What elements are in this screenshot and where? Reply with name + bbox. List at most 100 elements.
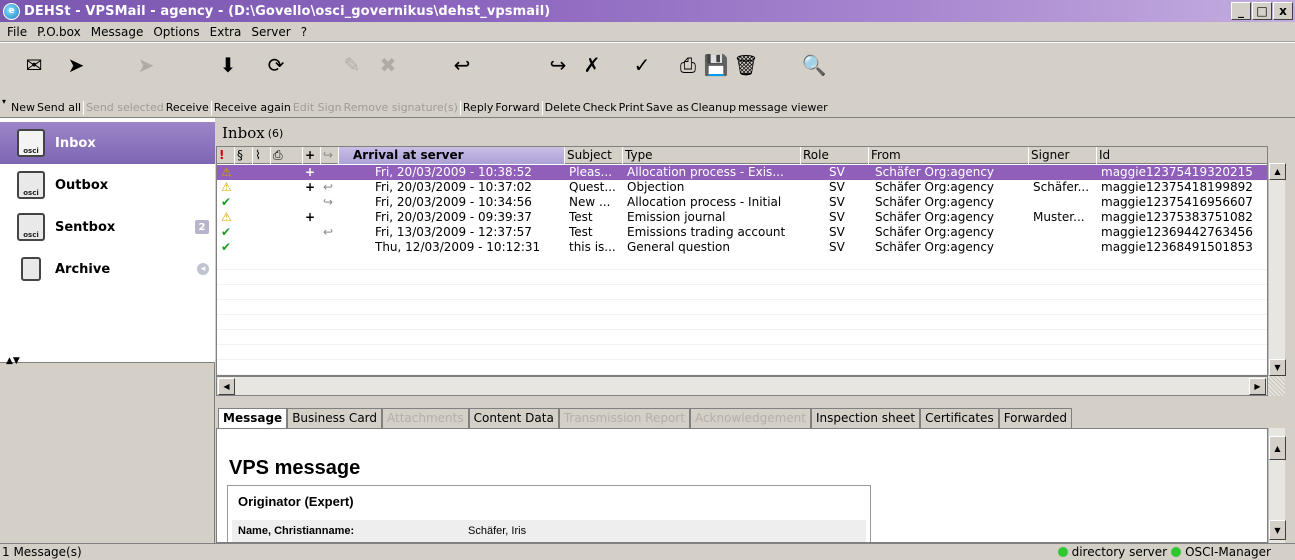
menu-help[interactable]: ? [296, 25, 312, 39]
receive-icon[interactable]: ⬇ [214, 51, 242, 79]
tab-certificates[interactable]: Certificates [920, 408, 999, 428]
column-subject[interactable]: Subject [565, 147, 623, 164]
column-arrival[interactable]: Arrival at server [339, 147, 565, 164]
column-priority-icon[interactable]: ! [217, 147, 235, 164]
toolbar-label-receive[interactable]: Receive [165, 101, 210, 115]
table-row[interactable]: ✔ ↪ Fri, 20/03/2009 - 10:34:56 New ... Alloc… [217, 195, 1267, 210]
tab-message[interactable]: Message [218, 408, 288, 428]
print-icon[interactable]: ⎙ [674, 51, 702, 79]
toolbar-label-send-all[interactable]: Send all [36, 101, 82, 115]
table-row[interactable]: ✔ ↩ Fri, 13/03/2009 - 12:37:57 Test Emission… [217, 225, 1267, 240]
vps-message-heading: VPS message [229, 457, 361, 479]
cell-arrival: Fri, 20/03/2009 - 10:38:52 [375, 165, 532, 179]
toolbar-label-print[interactable]: Print [618, 101, 645, 115]
window-title: DEHSt - VPSMail - agency - (D:\Govello\o… [24, 3, 551, 19]
nav-label-sentbox: Sentbox [55, 219, 116, 235]
cell-id: maggie12375418199892 [1101, 180, 1253, 194]
viewer-scroll-down-icon[interactable]: ▼ [1269, 520, 1286, 540]
column-signer[interactable]: Signer [1029, 147, 1097, 164]
pane-splitter[interactable] [216, 398, 1295, 406]
send-all-icon[interactable]: ➤ [62, 51, 90, 79]
cleanup-icon[interactable]: 🗑 [732, 51, 760, 79]
cell-signer: Schäfer... [1033, 180, 1090, 194]
osci-manager-label: OSCI-Manager [1185, 545, 1271, 559]
nav-label-inbox: Inbox [55, 135, 96, 151]
toolbar-label-message-viewer[interactable]: message viewer [737, 101, 829, 115]
minimize-button[interactable]: _ [1231, 2, 1251, 20]
toolbar-label-delete[interactable]: Delete [544, 101, 582, 115]
column-forward-icon[interactable]: ↪ [321, 147, 339, 164]
forward-icon[interactable]: ↪ [544, 51, 572, 79]
app-icon[interactable]: e [3, 2, 20, 20]
column-attachment-icon[interactable]: ⌇ [253, 147, 271, 164]
toolbar-grip-icon[interactable]: ▾ [2, 97, 6, 106]
archive-icon [21, 257, 41, 281]
viewer-vertical-scrollbar[interactable]: ▲ ▼ [1268, 428, 1286, 543]
reply-icon[interactable]: ↩ [448, 51, 476, 79]
archive-arrow-icon[interactable]: ◂ [197, 263, 209, 275]
folder-list: osci Inbox osci Outbox osci Sentbox 2 Ar… [0, 118, 215, 366]
column-plus[interactable]: + [303, 147, 321, 164]
nav-item-sentbox[interactable]: osci Sentbox 2 [0, 206, 215, 248]
table-row[interactable]: ⚠ + ↩ Fri, 20/03/2009 - 10:37:02 Quest... Obj… [217, 180, 1267, 195]
menu-file[interactable]: File [2, 25, 32, 39]
outbox-icon: osci [17, 171, 45, 199]
nav-item-outbox[interactable]: osci Outbox [0, 164, 215, 206]
tab-business-card[interactable]: Business Card [287, 408, 383, 428]
scroll-up-icon[interactable]: ▲ [1269, 163, 1286, 180]
inbox-count: (6) [267, 126, 284, 140]
viewer-scroll-up-icon[interactable]: ▲ [1269, 436, 1286, 460]
menu-extra[interactable]: Extra [205, 25, 247, 39]
scroll-right-icon[interactable]: ▶ [1249, 378, 1266, 395]
toolbar-label-cleanup[interactable]: Cleanup [690, 101, 737, 115]
toolbar-label-send-selected: Send selected [86, 101, 164, 114]
nav-collapse-icon[interactable]: ▲▼ [6, 356, 20, 366]
column-id[interactable]: Id [1097, 147, 1267, 164]
toolbar-label-forward[interactable]: Forward [494, 101, 540, 115]
delete-icon[interactable]: ✗ [578, 51, 606, 79]
cell-arrival: Thu, 12/03/2009 - 10:12:31 [375, 240, 541, 254]
menu-options[interactable]: Options [148, 25, 204, 39]
scroll-left-icon[interactable]: ◀ [218, 378, 235, 395]
tab-acknowledgement: Acknowledgement [689, 408, 811, 428]
cell-subject: Test [569, 225, 593, 239]
table-vertical-scrollbar[interactable]: ▲ ▼ [1268, 163, 1286, 376]
table-horizontal-scrollbar[interactable]: ◀ ▶ [216, 376, 1268, 396]
menu-server[interactable]: Server [246, 25, 295, 39]
maximize-button[interactable]: □ [1252, 2, 1272, 20]
scroll-down-icon[interactable]: ▼ [1269, 359, 1286, 376]
tab-content-data[interactable]: Content Data [468, 408, 559, 428]
cell-type: Allocation process - Exis... [627, 165, 784, 179]
toolbar-label-new[interactable]: New [10, 101, 36, 115]
receive-again-icon[interactable]: ⟳ [262, 51, 290, 79]
tab-inspection-sheet[interactable]: Inspection sheet [810, 408, 921, 428]
tab-forwarded[interactable]: Forwarded [998, 408, 1072, 428]
toolbar-label-check[interactable]: Check [582, 101, 618, 115]
table-row[interactable]: ⚠ + Fri, 20/03/2009 - 09:39:37 Test Emission… [217, 210, 1267, 225]
cell-id: maggie12375383751082 [1101, 210, 1253, 224]
cell-arrival: Fri, 20/03/2009 - 10:37:02 [375, 180, 532, 194]
table-row[interactable]: ⚠ + Fri, 20/03/2009 - 10:38:52 Pleas... Allo… [217, 165, 1267, 180]
new-message-icon[interactable]: ✉ [20, 51, 48, 79]
toolbar-label-save-as[interactable]: Save as [645, 101, 690, 115]
save-icon[interactable]: 💾 [702, 51, 730, 79]
cell-from: Schäfer Org:agency [875, 195, 995, 209]
cell-type: Objection [627, 180, 685, 194]
column-legal[interactable]: § [235, 147, 253, 164]
expand-plus [305, 240, 319, 255]
toolbar-label-receive-again[interactable]: Receive again [213, 101, 292, 115]
column-role[interactable]: Role [801, 147, 869, 164]
menu-message[interactable]: Message [86, 25, 149, 39]
search-icon[interactable]: 🔍 [800, 51, 828, 79]
table-row[interactable]: ✔ Thu, 12/03/2009 - 10:12:31 this is... Gen… [217, 240, 1267, 255]
menu-pobox[interactable]: P.O.box [32, 25, 86, 39]
toolbar-label-reply[interactable]: Reply [462, 101, 494, 115]
check-icon[interactable]: ✓ [628, 51, 656, 79]
column-from[interactable]: From [869, 147, 1029, 164]
cell-id: maggie12375416956607 [1101, 195, 1253, 209]
nav-item-archive[interactable]: Archive ◂ [0, 248, 215, 290]
close-button[interactable]: x [1273, 2, 1293, 20]
nav-item-inbox[interactable]: osci Inbox [0, 122, 215, 164]
column-type[interactable]: Type [623, 147, 801, 164]
column-sign-icon[interactable]: ⎙ [271, 147, 303, 164]
